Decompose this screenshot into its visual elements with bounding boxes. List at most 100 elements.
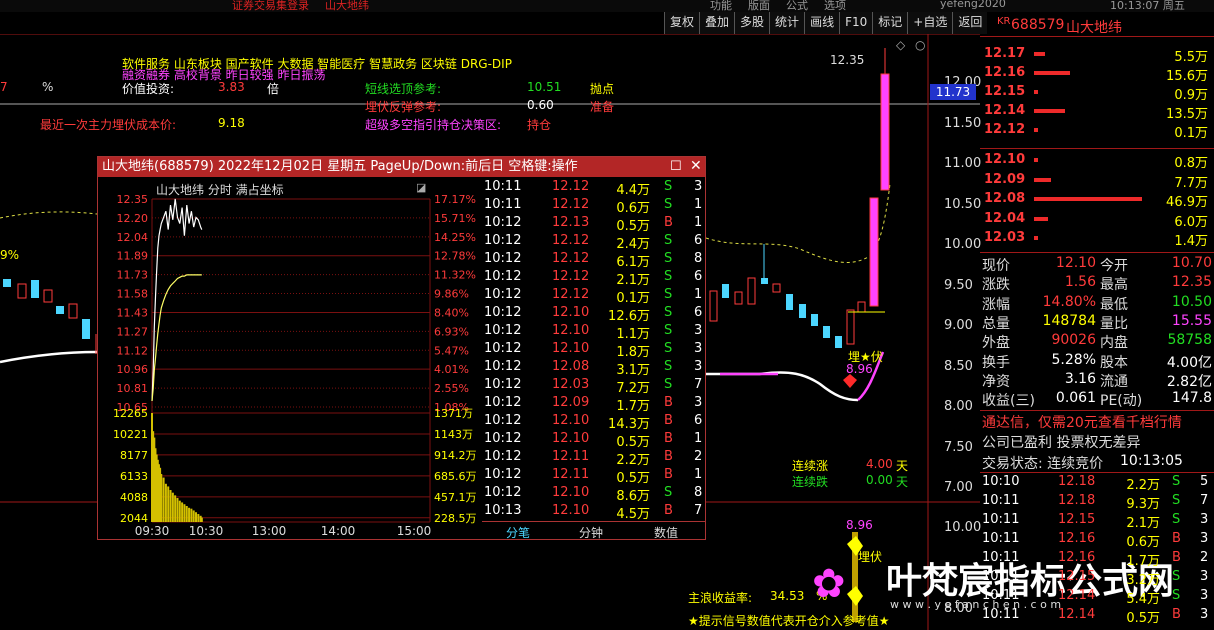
popup-title[interactable]: 山大地纬(688579) 2022年12月02日 星期五 PageUp/Down… [98,157,705,177]
tick-price: 12.12 [552,179,590,194]
tab-values[interactable]: 数值 [654,524,678,541]
tick-volume: 3.2万 [1126,573,1160,588]
pct-axis-label: 17.17% [434,193,476,206]
menu-formula[interactable]: 公式 [786,0,808,12]
price-axis-tick: 9.50 [944,277,973,293]
tick-side: S [1172,493,1181,508]
stat-label: 量比 [1100,315,1128,332]
maximize-icon[interactable]: ☐ [670,159,682,174]
tab-ticks[interactable]: 分笔 [506,524,530,541]
price-axis-tick: 11.50 [944,115,982,131]
pct-axis-label: 9.86% [434,288,469,301]
tick-price: 12.08 [552,359,590,374]
top-stock-name: 山大地纬 [325,0,369,12]
volume-bar [174,495,177,522]
cont-up-label: 连续涨 [792,459,829,473]
stat-value: 3.16 [1064,370,1096,387]
draw-line-button[interactable]: 画线 [804,12,840,34]
popup-tick-row: 10:12 12.12 6.1万 S 8 [484,251,704,270]
ask-row[interactable]: 12.14 13.5万 [982,103,1212,122]
popup-tick-row: 10:12 12.12 0.1万 S 1 [484,287,704,306]
pct-axis-label: 15.71% [434,212,476,225]
tick-count: 2 [694,449,703,464]
f10-button[interactable]: F10 [839,12,873,34]
tick-volume: 2.4万 [616,237,650,252]
tick-price: 12.11 [552,467,590,482]
tick-time: 10:12 [484,287,522,302]
menu-layout[interactable]: 版面 [748,0,770,12]
volume-amount-label: 228.5万 [434,512,477,525]
tick-volume: 2.2万 [1126,478,1160,493]
cost-num: 9.18 [218,116,245,130]
tick-time: 10:11 [982,550,1020,565]
value-invest-unit: 倍 [267,82,280,96]
overlay-button[interactable]: 叠加 [699,12,735,34]
intraday-popup[interactable]: 山大地纬(688579) 2022年12月02日 星期五 PageUp/Down… [97,156,706,540]
tick-count: 6 [694,413,703,428]
tick-side: S [664,233,673,248]
ask-row[interactable]: 12.12 0.1万 [982,122,1212,141]
tick-volume: 4.5万 [616,507,650,522]
tick-count: 1 [694,431,703,446]
tick-side: B [1172,607,1181,622]
tick-count: 8 [694,251,703,266]
limit-up-candle [880,73,890,191]
tick-time: 10:13 [484,503,522,518]
popup-tick-row: 10:12 12.10 0.5万 B 1 [484,431,704,450]
ask-row[interactable]: 12.16 15.6万 [982,65,1212,84]
ask-volume-bar [1034,52,1045,56]
popup-tick-row: 10:11 12.12 4.4万 S 3 [484,179,704,198]
tick-side: S [664,287,673,302]
ask-row[interactable]: 12.17 5.5万 [982,46,1212,65]
volume-axis-label: 10221 [113,428,148,441]
tab-minutes[interactable]: 分钟 [579,524,603,541]
close-icon[interactable]: ✕ [690,158,702,174]
pct-axis-label: 14.25% [434,231,476,244]
ask-price: 12.12 [984,122,1026,137]
tick-volume: 9.3万 [1126,497,1160,512]
tick-count: 6 [694,269,703,284]
time-axis-label: 09:30 [135,524,170,538]
bid-price: 12.04 [984,210,1026,226]
multi-stock-button[interactable]: 多股 [734,12,770,34]
diamond-icon: ◇ [896,38,906,52]
profit-label: 主浪收益率: [688,591,753,605]
bid-volume: 0.8万 [1174,156,1208,171]
tick-time: 10:11 [982,569,1020,584]
pct-axis-label: 12.78% [434,250,476,263]
volume-bar [178,500,181,522]
tick-side: S [664,341,673,356]
menu-options[interactable]: 选项 [824,0,846,12]
tick-time: 10:12 [484,467,522,482]
bid-row[interactable]: 12.04 6.0万 [982,211,1212,230]
bid-row[interactable]: 12.10 0.8万 [982,152,1212,171]
bid-row[interactable]: 12.03 1.4万 [982,230,1212,249]
bid-row[interactable]: 12.09 7.7万 [982,172,1212,191]
tick-time: 10:12 [484,395,522,410]
price-axis-label: 10.81 [117,382,149,395]
bid-volume: 6.0万 [1174,214,1208,230]
tick-time: 10:11 [982,588,1020,603]
bid-volume-bar [1034,197,1142,201]
notice-text[interactable]: 通达信，仅需20元查看千档行情 [982,412,1182,432]
tick-volume: 0.5万 [616,471,650,486]
add-watchlist-button[interactable]: +自选 [907,12,953,34]
tick-time: 10:11 [982,493,1020,508]
tick-time: 10:12 [484,449,522,464]
restore-rights-button[interactable]: 复权 [664,12,700,34]
tick-volume: 5.4万 [1126,592,1160,607]
popup-tick-row: 10:13 12.10 4.5万 B 7 [484,503,704,522]
tick-volume: 1.7万 [1126,554,1160,569]
time-axis-label: 10:30 [189,524,224,538]
diamond-marker [843,374,857,388]
volume-bar [160,474,163,522]
statistics-button[interactable]: 统计 [769,12,805,34]
tick-price: 12.10 [552,413,590,428]
bid-row[interactable]: 12.08 46.9万 [982,191,1212,210]
tick-time: 10:11 [982,531,1020,546]
hint-text: ★提示信号数值代表开仓介入参考值★ [688,614,890,628]
menu-function[interactable]: 功能 [710,0,732,12]
ask-row[interactable]: 12.15 0.9万 [982,84,1212,103]
super-tag: 持仓 [527,118,552,132]
mark-button[interactable]: 标记 [872,12,908,34]
